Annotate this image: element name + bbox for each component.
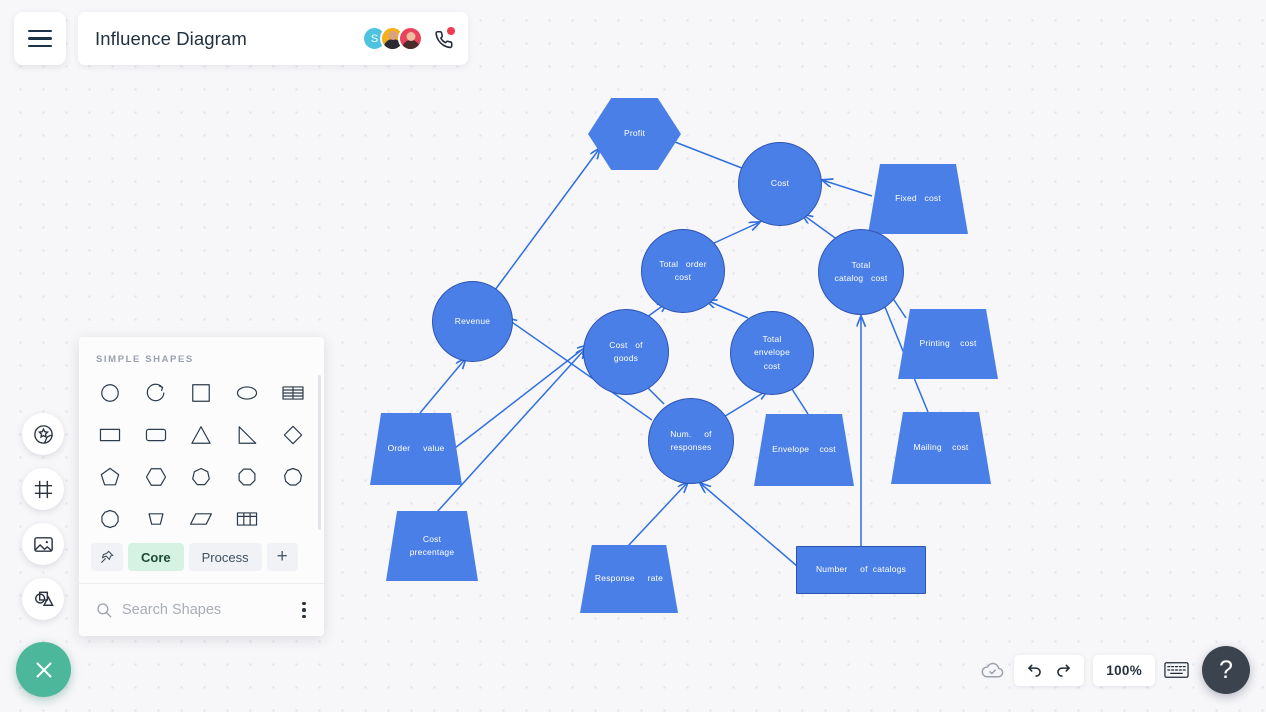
collaborators: S xyxy=(362,26,468,51)
node-label: Cost of goods xyxy=(609,339,643,363)
hamburger-line xyxy=(28,37,52,40)
diagram-node-cost[interactable]: Cost xyxy=(738,142,822,226)
nonagon-shape[interactable] xyxy=(270,457,316,497)
help-button[interactable]: ? xyxy=(1202,646,1250,694)
bottom-toolbar: 100% ? xyxy=(980,646,1250,694)
panel-tabs: Core Process + xyxy=(79,539,324,583)
pentagon-shape[interactable] xyxy=(87,457,133,497)
diagram-node-total_env[interactable]: Total envelope cost xyxy=(730,311,814,395)
diagram-node-cost_pct[interactable]: Cost precentage xyxy=(386,511,478,581)
edge-num_resp-to-total_env[interactable] xyxy=(721,390,768,419)
node-label: Fixed cost xyxy=(895,193,941,204)
page-title[interactable]: Influence Diagram xyxy=(95,28,247,50)
zoom-level[interactable]: 100% xyxy=(1093,654,1155,686)
circle-shape[interactable] xyxy=(87,373,133,413)
edge-cost_pct-to-cost_goods[interactable] xyxy=(436,348,586,513)
process-tab[interactable]: Process xyxy=(188,543,262,571)
close-icon[interactable] xyxy=(16,642,71,697)
keyboard-icon[interactable] xyxy=(1164,660,1189,680)
node-label: Cost xyxy=(770,178,790,189)
undo-redo-group xyxy=(1014,654,1085,686)
undo-icon[interactable] xyxy=(1025,661,1044,680)
node-label: Number of catalogs xyxy=(815,564,907,575)
table-lines-shape[interactable] xyxy=(270,373,316,413)
core-tab[interactable]: Core xyxy=(128,543,184,571)
diagram-node-response_rate[interactable]: Response rate xyxy=(580,545,678,613)
node-label: Num. of responses xyxy=(670,428,712,452)
node-label: Cost precentage xyxy=(409,533,455,557)
search-icon xyxy=(97,603,112,618)
add-tab-button[interactable]: + xyxy=(266,543,298,571)
edge-total_catalog-to-cost[interactable] xyxy=(802,214,839,241)
edge-response_rate-to-num_resp[interactable] xyxy=(627,482,688,547)
edge-total_order-to-cost[interactable] xyxy=(711,222,760,245)
diagram-node-order_value[interactable]: Order value xyxy=(370,413,462,485)
left-toolbar xyxy=(22,413,64,620)
edge-num_catalogs-to-num_resp[interactable] xyxy=(700,483,798,567)
diagram-node-num_catalogs[interactable]: Number of catalogs xyxy=(796,546,926,594)
node-label: Profit xyxy=(623,128,646,139)
hamburger-line xyxy=(28,29,52,33)
frame-icon[interactable] xyxy=(22,468,64,510)
diagram-node-printing_cost[interactable]: Printing cost xyxy=(898,309,998,379)
avatar[interactable] xyxy=(398,26,423,51)
hamburger-menu-button[interactable] xyxy=(14,12,66,65)
heptagon-shape[interactable] xyxy=(179,457,225,497)
diamond-shape[interactable] xyxy=(270,415,316,455)
decagon-shape[interactable] xyxy=(87,499,133,539)
node-label: Envelope cost xyxy=(772,444,836,455)
hamburger-line xyxy=(28,44,52,48)
diagram-node-mailing_cost[interactable]: Mailing cost xyxy=(891,412,991,484)
diagram-node-revenue[interactable]: Revenue xyxy=(432,281,513,362)
right-triangle-shape[interactable] xyxy=(224,415,270,455)
notification-badge xyxy=(447,26,455,35)
triangle-shape[interactable] xyxy=(179,415,225,455)
node-label: Order value xyxy=(387,443,445,454)
sticker-icon[interactable] xyxy=(22,413,64,455)
diagram-node-cost_goods[interactable]: Cost of goods xyxy=(583,309,669,395)
panel-scrollbar[interactable] xyxy=(318,375,321,530)
edge-fixed_cost-to-cost[interactable] xyxy=(822,180,873,197)
node-label: Total order cost xyxy=(659,258,707,282)
panel-title: SIMPLE SHAPES xyxy=(96,354,194,365)
edge-total_env-to-total_order[interactable] xyxy=(706,300,749,319)
redo-icon[interactable] xyxy=(1054,661,1073,680)
node-label: Printing cost xyxy=(919,338,977,349)
pin-tab[interactable] xyxy=(91,543,123,571)
phone-icon[interactable] xyxy=(432,26,455,50)
rectangle-shape[interactable] xyxy=(87,415,133,455)
title-bar: Influence Diagram S xyxy=(78,12,468,65)
rounded-rectangle-shape[interactable] xyxy=(133,415,179,455)
hexagon-shape[interactable] xyxy=(133,457,179,497)
kebab-menu-icon[interactable] xyxy=(298,598,310,623)
ellipse-shape[interactable] xyxy=(224,373,270,413)
edge-order_value-to-revenue[interactable] xyxy=(419,358,466,414)
octagon-shape[interactable] xyxy=(224,457,270,497)
edge-revenue-to-profit[interactable] xyxy=(494,148,600,291)
node-label: Response rate xyxy=(594,573,664,584)
shapes-icon[interactable] xyxy=(22,578,64,620)
diagram-node-total_order[interactable]: Total order cost xyxy=(641,229,725,313)
diagram-node-envelope_cost[interactable]: Envelope cost xyxy=(754,414,854,486)
node-label: Total catalog cost xyxy=(834,259,888,283)
node-label: Mailing cost xyxy=(913,442,969,453)
trapezoid-shape[interactable] xyxy=(133,499,179,539)
node-label: Revenue xyxy=(454,315,491,326)
shape-grid xyxy=(79,365,324,539)
table-grid-shape[interactable] xyxy=(224,499,270,539)
square-shape[interactable] xyxy=(179,373,225,413)
cloud-saved-icon[interactable] xyxy=(980,658,1005,683)
search-shapes-bar[interactable]: Search Shapes xyxy=(79,583,324,636)
diagram-node-total_catalog[interactable]: Total catalog cost xyxy=(818,229,904,315)
search-input[interactable]: Search Shapes xyxy=(122,602,289,618)
image-icon[interactable] xyxy=(22,523,64,565)
diagram-node-fixed_cost[interactable]: Fixed cost xyxy=(868,164,968,234)
arc-shape[interactable] xyxy=(133,373,179,413)
shapes-panel: SIMPLE SHAPES Core Process + Search Shap… xyxy=(79,337,324,636)
parallelogram-shape[interactable] xyxy=(179,499,225,539)
diagram-node-num_resp[interactable]: Num. of responses xyxy=(648,398,734,484)
node-label: Total envelope cost xyxy=(753,334,791,371)
